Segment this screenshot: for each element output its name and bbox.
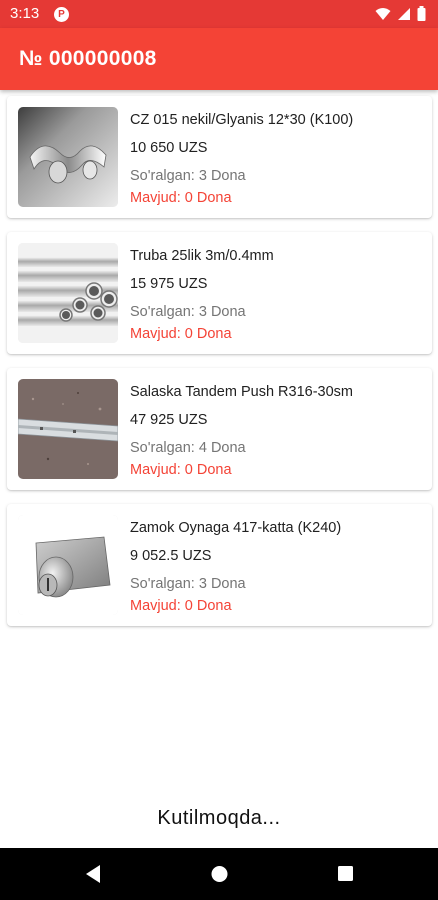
item-name: Salaska Tandem Push R316-30sm <box>130 384 353 400</box>
item-price: 47 925 UZS <box>130 412 208 428</box>
battery-icon <box>417 6 426 26</box>
page-title: № 000000008 <box>19 47 157 70</box>
product-image-steel-pipes <box>18 243 118 343</box>
item-price: 10 650 UZS <box>130 140 208 156</box>
item-requested-qty: So'ralgan: 4 Dona <box>130 440 246 456</box>
app-bar: № 000000008 <box>0 28 438 90</box>
loading-status-text: Kutilmoqda... <box>157 807 281 829</box>
app-notification-icon: P <box>54 7 69 22</box>
product-image-chrome-handle <box>18 107 118 207</box>
status-bar: 3:13 P <box>0 0 438 28</box>
system-nav-bar <box>0 848 438 900</box>
item-details: Zamok Oynaga 417-katta (K240) 9 052.5 UZ… <box>130 517 424 617</box>
item-available-qty: Mavjud: 0 Dona <box>130 326 232 342</box>
item-name: Truba 25lik 3m/0.4mm <box>130 248 274 264</box>
order-item-card[interactable]: Truba 25lik 3m/0.4mm 15 975 UZS So'ralga… <box>7 232 432 354</box>
status-time: 3:13 <box>10 5 40 22</box>
product-image-drawer-slide <box>18 379 118 479</box>
recents-icon[interactable] <box>337 864 354 889</box>
signal-icon <box>397 7 411 26</box>
item-name: CZ 015 nekil/Glyanis 12*30 (K100) <box>130 112 354 128</box>
item-available-qty: Mavjud: 0 Dona <box>130 190 232 206</box>
item-requested-qty: So'ralgan: 3 Dona <box>130 576 246 592</box>
order-items-list: CZ 015 nekil/Glyanis 12*30 (K100) 10 650… <box>7 96 432 640</box>
item-available-qty: Mavjud: 0 Dona <box>130 462 232 478</box>
item-requested-qty: So'ralgan: 3 Dona <box>130 168 246 184</box>
order-item-card[interactable]: Zamok Oynaga 417-katta (K240) 9 052.5 UZ… <box>7 504 432 626</box>
item-price: 9 052.5 UZS <box>130 548 212 564</box>
wifi-icon <box>375 7 391 26</box>
order-item-card[interactable]: CZ 015 nekil/Glyanis 12*30 (K100) 10 650… <box>7 96 432 218</box>
back-icon[interactable] <box>84 864 102 889</box>
home-icon[interactable] <box>210 864 229 889</box>
item-requested-qty: So'ralgan: 3 Dona <box>130 304 246 320</box>
item-price: 15 975 UZS <box>130 276 208 292</box>
item-details: Salaska Tandem Push R316-30sm 47 925 UZS… <box>130 381 424 481</box>
item-available-qty: Mavjud: 0 Dona <box>130 598 232 614</box>
item-name: Zamok Oynaga 417-katta (K240) <box>130 520 342 536</box>
order-item-card[interactable]: Salaska Tandem Push R316-30sm 47 925 UZS… <box>7 368 432 490</box>
product-image-glass-lock <box>18 515 118 615</box>
item-details: CZ 015 nekil/Glyanis 12*30 (K100) 10 650… <box>130 109 424 209</box>
item-details: Truba 25lik 3m/0.4mm 15 975 UZS So'ralga… <box>130 245 424 345</box>
